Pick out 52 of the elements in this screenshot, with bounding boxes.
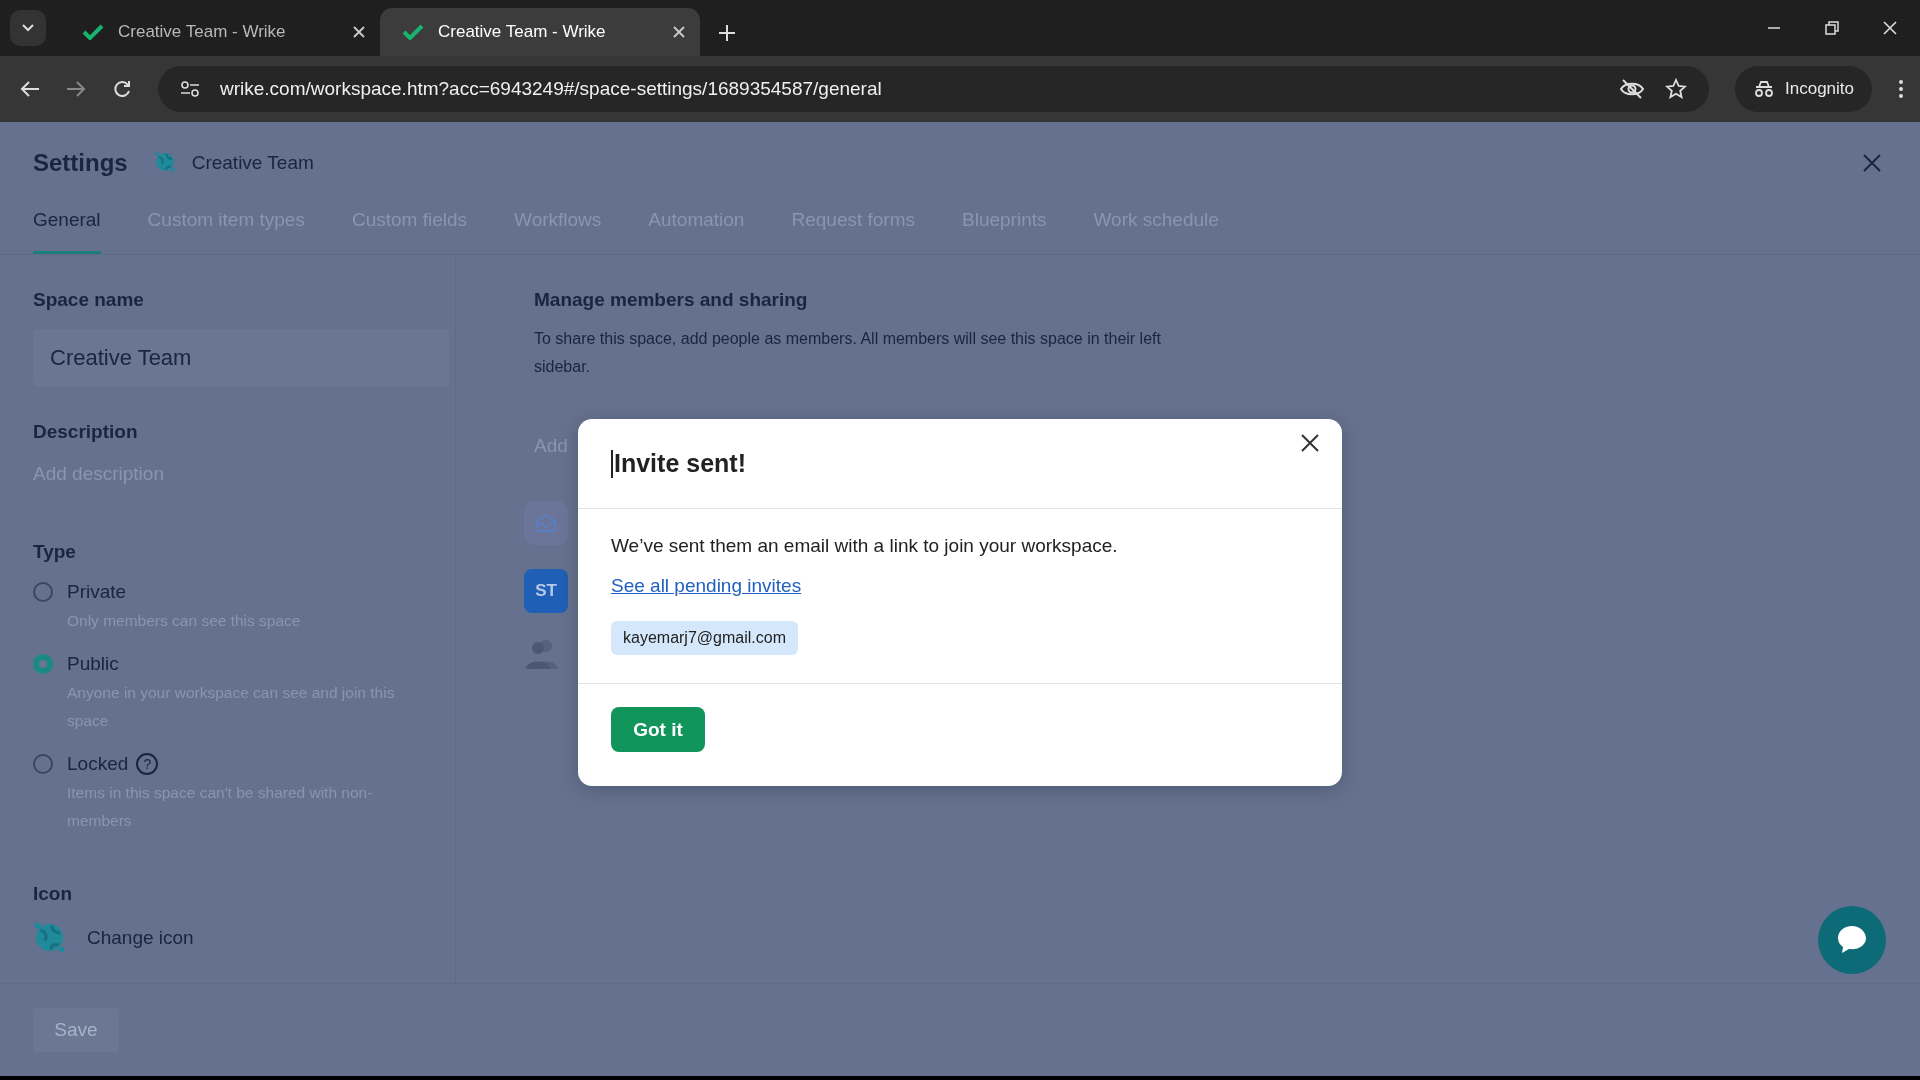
change-icon-link[interactable]: Change icon: [87, 927, 194, 949]
chevron-down-icon: [21, 23, 35, 33]
tab-list-button[interactable]: [10, 10, 46, 46]
settings-title: Settings: [33, 149, 128, 177]
email-chip: kayemarj7@gmail.com: [611, 621, 798, 655]
help-icon[interactable]: ?: [136, 753, 159, 775]
option-label[interactable]: Private: [67, 581, 127, 603]
close-icon[interactable]: [1300, 433, 1320, 453]
save-button[interactable]: Save: [33, 1008, 119, 1052]
incognito-button[interactable]: Incognito: [1735, 66, 1872, 112]
url-text: wrike.com/workspace.htm?acc=6943249#/space-settings/1689354587/general: [220, 78, 883, 100]
dialog-message: We’ve sent them an email with a link to join your workspace.: [611, 535, 1118, 557]
checkmark-icon: [82, 24, 104, 40]
reload-icon[interactable]: [112, 79, 132, 99]
radio-button[interactable]: [33, 582, 53, 602]
restore-icon[interactable]: [1824, 20, 1840, 36]
site-settings-icon[interactable]: [180, 80, 200, 98]
browser-tab[interactable]: Creative Team - Wrike: [60, 8, 380, 56]
checkmark-icon: [402, 24, 424, 40]
field-label: Space name: [33, 289, 145, 311]
space-name: Creative Team: [191, 152, 314, 174]
radio-button[interactable]: [33, 754, 53, 774]
field-label: Type: [33, 541, 77, 563]
profile-label: Incognito: [1785, 79, 1854, 99]
eye-off-icon[interactable]: [1619, 78, 1645, 100]
field-label: Icon: [33, 883, 74, 905]
field-label: Description: [33, 421, 139, 443]
plus-icon[interactable]: [718, 24, 736, 42]
tab-title: Creative Team - Wrike: [118, 22, 287, 42]
section-description: To share this space, add people as members. All members will see this space in their left sidebar.: [534, 329, 1162, 377]
spy-icon: [1753, 80, 1775, 98]
globe-icon: [153, 151, 178, 175]
tab-title: Creative Team - Wrike: [438, 22, 607, 42]
option-label[interactable]: Public: [67, 653, 119, 675]
member-avatar[interactable]: ST: [524, 569, 568, 613]
more-icon[interactable]: [1898, 79, 1904, 99]
section-heading: Manage members and sharing: [534, 289, 809, 311]
address-bar[interactable]: wrike.com/workspace.htm?acc=6943249#/space-settings/1689354587/general: [158, 66, 1709, 112]
browser-tab[interactable]: Creative Team - Wrike: [380, 8, 700, 56]
back-icon[interactable]: [20, 80, 40, 98]
got-it-button[interactable]: Got it: [611, 707, 705, 752]
dialog-title: Invite sent!: [614, 449, 746, 478]
option-label[interactable]: Locked: [67, 753, 129, 775]
space-name-field[interactable]: Creative Team: [33, 329, 449, 387]
group-icon: [524, 637, 560, 669]
envelope-icon: [535, 513, 557, 533]
text-cursor: [611, 449, 613, 478]
forward-icon[interactable]: [66, 80, 86, 98]
settings-tab[interactable]: General: [33, 184, 101, 254]
radio-button[interactable]: [33, 654, 53, 674]
pending-invites-link[interactable]: See all pending invites: [611, 575, 802, 597]
star-icon[interactable]: [1665, 78, 1687, 100]
